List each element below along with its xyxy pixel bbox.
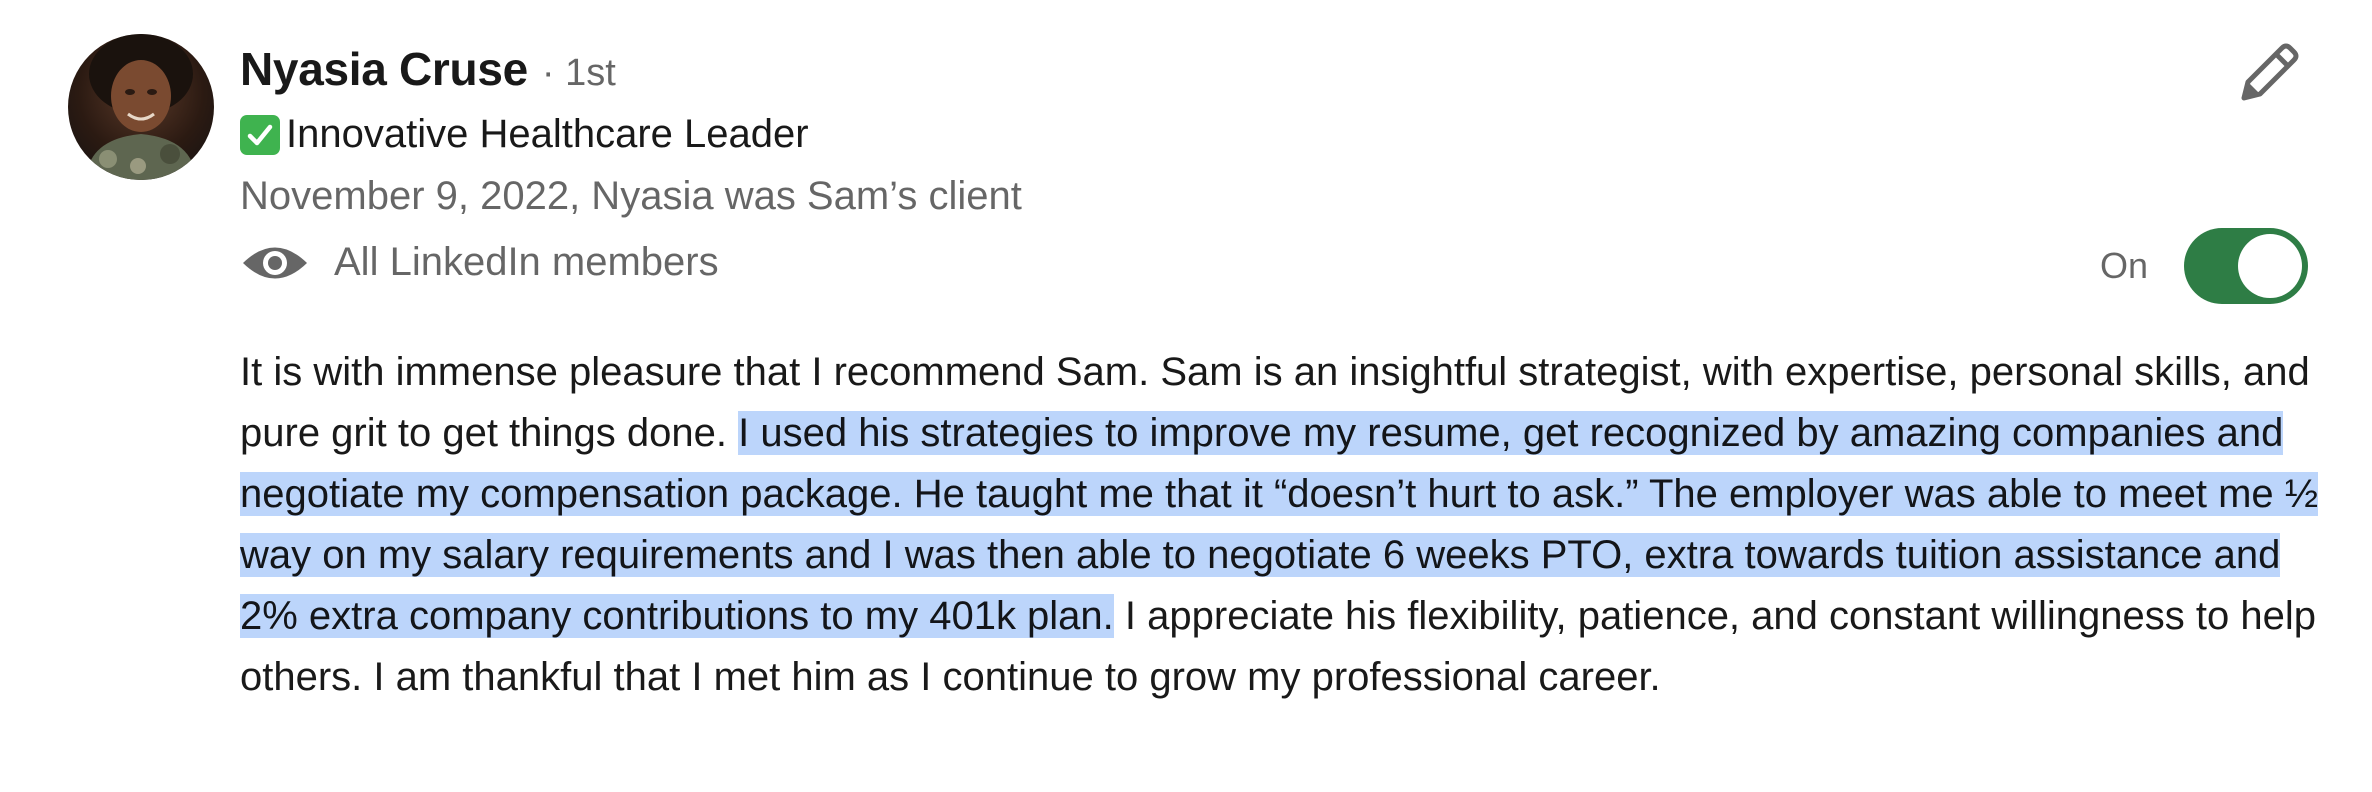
toggle-knob	[2238, 234, 2303, 298]
author-name[interactable]: Nyasia Cruse	[240, 42, 528, 96]
date-relationship: November 9, 2022, Nyasia was Sam’s clien…	[240, 174, 1022, 218]
headline-text: Innovative Healthcare Leader	[286, 112, 809, 156]
check-mark-icon	[240, 114, 280, 155]
visibility-label: All LinkedIn members	[334, 240, 719, 284]
recommendation-text: It is with immense pleasure that I recom…	[240, 342, 2320, 708]
avatar-photo	[86, 34, 196, 180]
author-headline: Innovative Healthcare Leader	[240, 112, 809, 157]
visibility-row: All LinkedIn members	[240, 240, 719, 285]
pencil-icon[interactable]	[2232, 38, 2304, 110]
visibility-toggle-group: On	[2100, 228, 2309, 304]
toggle-label: On	[2100, 245, 2149, 286]
avatar[interactable]	[68, 34, 214, 180]
connection-degree: · 1st	[541, 52, 616, 94]
eye-icon	[240, 242, 310, 284]
visibility-toggle[interactable]	[2184, 228, 2309, 304]
author-line: Nyasia Cruse · 1st	[240, 42, 616, 102]
